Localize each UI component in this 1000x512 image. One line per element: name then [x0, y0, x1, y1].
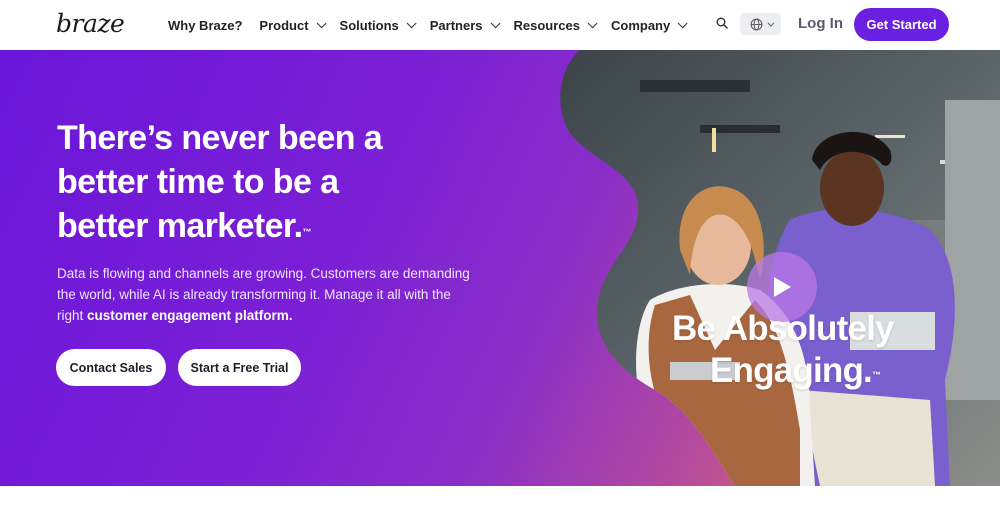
nav-item-label: Company	[610, 17, 671, 33]
nav-item-product[interactable]: Product	[259, 17, 327, 33]
nav-item-partners[interactable]: Partners	[429, 17, 501, 33]
top-navigation: braze Why Braze? Product Solutions Partn…	[0, 0, 1000, 50]
braze-logo[interactable]: braze	[56, 9, 125, 38]
nav-item-resources[interactable]: Resources	[513, 17, 598, 33]
hero-title-line-2: better time to be a	[57, 163, 339, 201]
main-menu: Why Braze? Product Solutions Partners Re…	[168, 0, 701, 50]
globe-icon	[750, 18, 762, 30]
hero-section: There’s never been a better time to be a…	[0, 50, 1000, 486]
chevron-down-icon	[316, 17, 327, 28]
chevron-down-icon	[677, 17, 688, 28]
chevron-down-icon	[490, 17, 501, 28]
nav-item-label: Partners	[429, 17, 483, 33]
video-overlay-line-1: Be Absolutely	[672, 309, 894, 348]
hero-title: There’s never been a better time to be a…	[57, 116, 477, 248]
nav-item-solutions[interactable]: Solutions	[339, 17, 417, 33]
language-selector[interactable]	[740, 13, 781, 35]
chevron-down-icon	[406, 17, 417, 28]
trademark-symbol: ™	[302, 227, 312, 237]
get-started-button[interactable]: Get Started	[854, 8, 949, 41]
hero-title-line-1: There’s never been a	[57, 119, 383, 157]
nav-item-label: Why Braze?	[168, 17, 243, 33]
search-icon[interactable]	[716, 17, 728, 29]
hero-description-highlight: customer engagement platform.	[87, 308, 293, 323]
nav-item-label: Solutions	[339, 17, 399, 33]
login-link[interactable]: Log In	[798, 15, 843, 32]
video-overlay-line-2: Engaging.	[710, 351, 873, 390]
chevron-down-icon	[587, 17, 598, 28]
nav-item-company[interactable]: Company	[610, 17, 688, 33]
nav-item-label: Product	[259, 17, 309, 33]
page-below-fold	[0, 486, 1000, 512]
hero-description: Data is flowing and channels are growing…	[57, 263, 477, 326]
contact-sales-button[interactable]: Contact Sales	[56, 349, 166, 386]
start-free-trial-button[interactable]: Start a Free Trial	[178, 349, 301, 386]
play-icon	[774, 277, 791, 297]
trademark-symbol: ™	[871, 370, 881, 380]
nav-item-why-braze[interactable]: Why Braze?	[168, 18, 242, 33]
hero-title-line-3: better marketer.	[57, 207, 303, 245]
chevron-down-icon	[766, 19, 774, 27]
video-overlay-title: Be Absolutely Engaging.™	[672, 308, 894, 392]
nav-item-label: Resources	[513, 17, 580, 33]
